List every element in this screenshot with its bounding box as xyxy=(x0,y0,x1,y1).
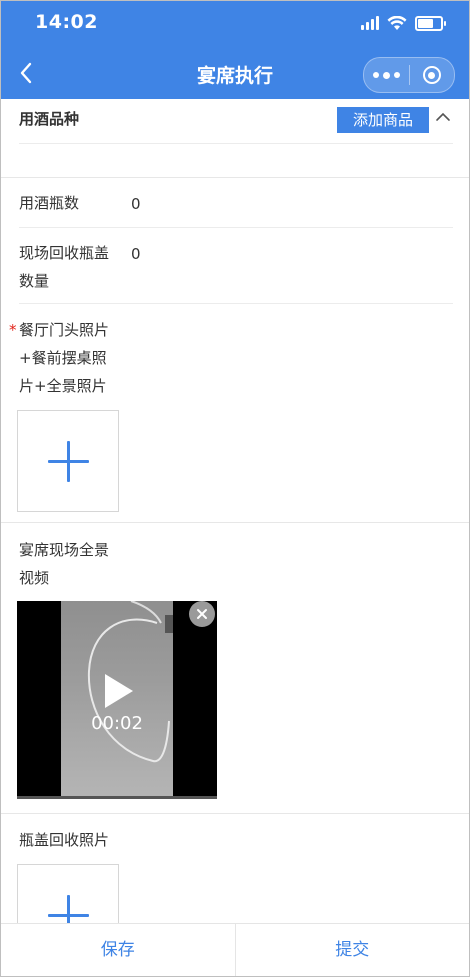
divider xyxy=(19,143,453,144)
cap-recycle-label-line2: 数量 xyxy=(19,272,50,290)
close-mini-program-button[interactable] xyxy=(410,66,455,84)
battery-icon xyxy=(415,15,446,31)
cap-photos-label: 瓶盖回收照片 xyxy=(19,831,110,849)
add-product-button[interactable]: 添加商品 xyxy=(337,107,429,133)
save-button[interactable]: 保存 xyxy=(1,924,235,976)
video-label-line2: 视频 xyxy=(19,569,50,587)
photos-label-line3: 片+全景照片 xyxy=(19,377,107,395)
photos-label-line2: +餐前摆桌照 xyxy=(19,349,107,367)
close-icon xyxy=(197,609,207,619)
status-time: 14:02 xyxy=(35,11,98,33)
wifi-icon xyxy=(387,15,407,30)
app-frame: 14:02 宴席执行 用酒品种 添加商品 用酒瓶数 0 现场回收瓶盖 数量 0 … xyxy=(0,0,470,977)
divider xyxy=(1,177,469,178)
video-duration: 00:02 xyxy=(91,713,143,734)
status-icons xyxy=(361,13,446,33)
video-label-line1: 宴席现场全景 xyxy=(19,541,110,559)
header: 14:02 宴席执行 xyxy=(1,1,469,99)
bottle-count-label: 用酒瓶数 xyxy=(19,194,80,212)
cap-recycle-value[interactable]: 0 xyxy=(131,245,141,263)
cap-photo-upload-button[interactable] xyxy=(17,864,119,923)
signal-icon xyxy=(361,16,379,30)
divider xyxy=(1,522,469,523)
footer-actions: 保存 提交 xyxy=(1,923,470,976)
divider xyxy=(19,303,453,304)
mini-program-capsule xyxy=(363,57,455,93)
video-player[interactable]: 00:02 xyxy=(17,601,217,799)
divider xyxy=(1,813,469,814)
divider xyxy=(19,227,453,228)
submit-button[interactable]: 提交 xyxy=(236,924,470,976)
photo-upload-button[interactable] xyxy=(17,410,119,512)
chevron-up-icon[interactable] xyxy=(435,109,451,125)
form-content: 用酒品种 添加商品 用酒瓶数 0 现场回收瓶盖 数量 0 * 餐厅门头照片 +餐… xyxy=(1,99,469,923)
wine-variety-label: 用酒品种 xyxy=(19,110,80,128)
more-icon[interactable] xyxy=(364,71,409,79)
play-icon[interactable] xyxy=(105,674,133,708)
cap-recycle-label-line1: 现场回收瓶盖 xyxy=(19,244,110,262)
remove-video-button[interactable] xyxy=(189,601,215,627)
photos-label-line1: 餐厅门头照片 xyxy=(19,321,110,339)
video-progress-bar xyxy=(17,796,217,799)
bottle-count-value[interactable]: 0 xyxy=(131,195,141,213)
required-mark: * xyxy=(9,321,17,339)
target-icon xyxy=(422,66,441,84)
